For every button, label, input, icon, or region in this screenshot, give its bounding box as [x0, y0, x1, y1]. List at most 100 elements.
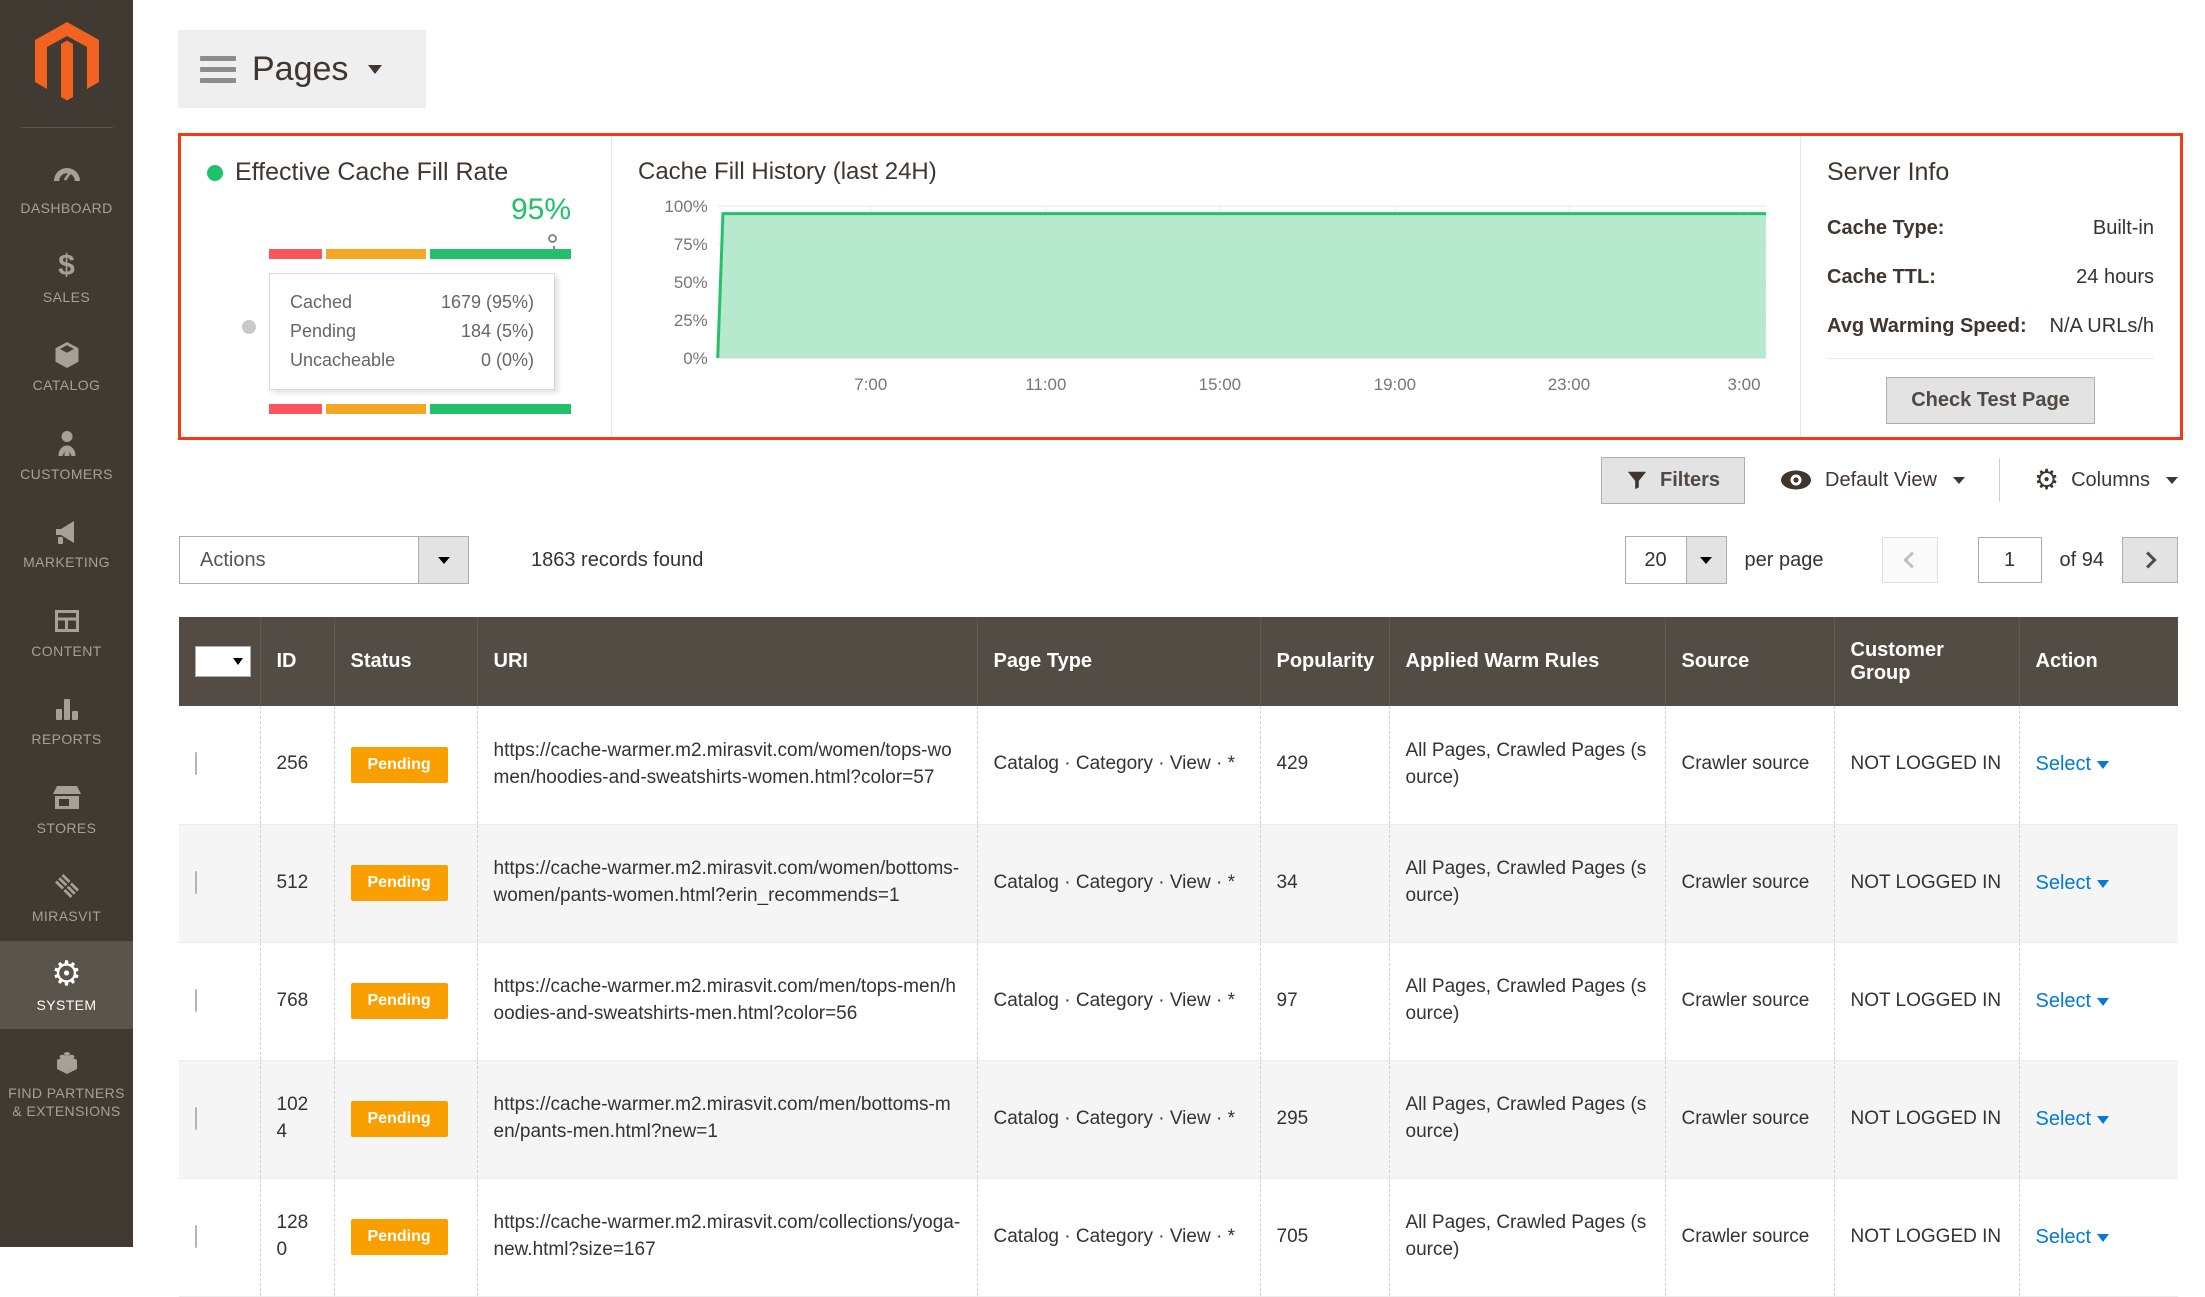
server-info-row: Avg Warming Speed:N/A URLs/h	[1827, 305, 2154, 354]
sidebar-item-content[interactable]: CONTENT	[0, 587, 133, 676]
cell-uri: https://cache-warmer.m2.mirasvit.com/men…	[477, 942, 977, 1060]
cell-id: 1280	[260, 1178, 334, 1296]
per-page-value: 20	[1626, 537, 1686, 583]
column-header-applied-warm-rules[interactable]: Applied Warm Rules	[1389, 617, 1665, 706]
cell-customer-group: NOT LOGGED IN	[1834, 942, 2019, 1060]
menu-icon[interactable]	[200, 56, 236, 83]
server-info-row: Cache Type:Built-in	[1827, 207, 2154, 256]
default-view-label: Default View	[1825, 469, 1937, 492]
actions-select[interactable]: Actions	[179, 536, 469, 584]
cell-uri: https://cache-warmer.m2.mirasvit.com/men…	[477, 1060, 977, 1178]
sidebar-item-label: FIND PARTNERS & EXTENSIONS	[4, 1085, 129, 1120]
default-view-dropdown[interactable]: Default View	[1779, 469, 1965, 492]
cell-popularity: 97	[1260, 942, 1389, 1060]
bar-segment	[326, 404, 426, 414]
cell-page-type: Catalog · Category · View · *	[977, 1060, 1260, 1178]
content-icon	[4, 602, 129, 638]
column-header-customer-group[interactable]: Customer Group	[1834, 617, 2019, 706]
grid-controls: Actions 1863 records found 20 per page o…	[179, 536, 2178, 584]
cache-history-chart: 100%75%50%25%0%7:0011:0015:0019:0023:003…	[638, 190, 1774, 418]
customers-icon	[4, 425, 129, 461]
extensions-icon	[4, 1044, 129, 1080]
status-badge: Pending	[351, 1101, 448, 1137]
bar-segment	[430, 249, 571, 259]
svg-text:0%: 0%	[683, 349, 707, 368]
fill-rate-bar	[269, 404, 571, 414]
fill-rate-bar	[269, 249, 571, 259]
cell-status: Pending	[334, 942, 477, 1060]
column-header-status[interactable]: Status	[334, 617, 477, 706]
cell-id: 512	[260, 824, 334, 942]
grid-header-row: IDStatusURIPage TypePopularityApplied Wa…	[179, 617, 2178, 706]
prev-page-button[interactable]	[1882, 537, 1938, 583]
cell-status: Pending	[334, 1060, 477, 1178]
sidebar-item-stores[interactable]: STORES	[0, 764, 133, 853]
sidebar-item-customers[interactable]: CUSTOMERS	[0, 410, 133, 499]
filters-button[interactable]: Filters	[1601, 457, 1745, 504]
filter-funnel-icon	[1626, 469, 1648, 491]
fill-rate-marker-icon	[548, 234, 557, 243]
select-all-checkbox[interactable]	[195, 646, 251, 677]
cell-popularity: 429	[1260, 706, 1389, 824]
filters-button-label: Filters	[1660, 469, 1720, 492]
svg-text:3:00: 3:00	[1728, 375, 1761, 394]
sidebar-item-sales[interactable]: $SALES	[0, 233, 133, 322]
fill-rate-section: Effective Cache Fill Rate 95% Cached1679…	[181, 136, 611, 437]
cell-page-type: Catalog · Category · View · *	[977, 1178, 1260, 1296]
column-header-action[interactable]: Action	[2019, 617, 2178, 706]
page-title-caret-icon[interactable]	[368, 65, 382, 74]
per-page-select[interactable]: 20	[1625, 536, 1727, 584]
sidebar-item-extensions[interactable]: FIND PARTNERS & EXTENSIONS	[0, 1029, 133, 1135]
row-select-action[interactable]: Select	[2036, 1108, 2110, 1130]
svg-text:19:00: 19:00	[1374, 375, 1416, 394]
sidebar-item-dashboard[interactable]: DASHBOARD	[0, 144, 133, 233]
row-select-action[interactable]: Select	[2036, 990, 2110, 1012]
table-row: 1024Pendinghttps://cache-warmer.m2.miras…	[179, 1060, 2178, 1178]
cell-warm-rules: All Pages, Crawled Pages (source)	[1389, 824, 1665, 942]
column-header-id[interactable]: ID	[260, 617, 334, 706]
cell-source: Crawler source	[1665, 824, 1834, 942]
table-row: 768Pendinghttps://cache-warmer.m2.mirasv…	[179, 942, 2178, 1060]
column-header-uri[interactable]: URI	[477, 617, 977, 706]
columns-dropdown[interactable]: ⚙ Columns	[2034, 466, 2178, 494]
tooltip-value: 0 (0%)	[481, 350, 534, 371]
row-checkbox[interactable]	[195, 752, 197, 775]
gear-icon: ⚙	[2034, 466, 2059, 494]
row-select-cell	[179, 1060, 260, 1178]
per-page-label: per page	[1745, 549, 1824, 572]
cell-popularity: 705	[1260, 1178, 1389, 1296]
cell-source: Crawler source	[1665, 1178, 1834, 1296]
row-select-action[interactable]: Select	[2036, 872, 2110, 894]
sidebar-item-reports[interactable]: REPORTS	[0, 675, 133, 764]
sidebar-item-marketing[interactable]: MARKETING	[0, 498, 133, 587]
default-view-caret-icon	[1953, 477, 1965, 484]
page-title: Pages	[252, 50, 348, 89]
eye-icon	[1779, 469, 1813, 491]
next-page-button[interactable]	[2122, 537, 2178, 583]
cache-summary-panel: Effective Cache Fill Rate 95% Cached1679…	[178, 133, 2183, 440]
tooltip-label: Cached	[290, 292, 352, 313]
column-header-popularity[interactable]: Popularity	[1260, 617, 1389, 706]
grid-toolbar: Filters Default View ⚙ Columns	[1601, 455, 2178, 505]
row-checkbox[interactable]	[195, 989, 197, 1012]
sidebar-item-system[interactable]: ⚙SYSTEM	[0, 941, 133, 1030]
select-all-caret-icon	[226, 647, 250, 676]
cell-popularity: 295	[1260, 1060, 1389, 1178]
system-icon: ⚙	[4, 956, 129, 992]
row-checkbox[interactable]	[195, 1107, 197, 1130]
column-header-source[interactable]: Source	[1665, 617, 1834, 706]
row-checkbox[interactable]	[195, 871, 197, 894]
column-header-page-type[interactable]: Page Type	[977, 617, 1260, 706]
sidebar-item-mirasvit[interactable]: MIRASVIT	[0, 852, 133, 941]
current-page-input[interactable]	[1978, 537, 2042, 583]
row-select-action[interactable]: Select	[2036, 1226, 2110, 1248]
fill-rate-title: Effective Cache Fill Rate	[235, 158, 508, 187]
magento-logo[interactable]	[0, 0, 133, 121]
cell-uri: https://cache-warmer.m2.mirasvit.com/col…	[477, 1178, 977, 1296]
sidebar-item-catalog[interactable]: CATALOG	[0, 321, 133, 410]
admin-sidebar: DASHBOARD$SALESCATALOGCUSTOMERSMARKETING…	[0, 0, 133, 1247]
row-checkbox[interactable]	[195, 1225, 197, 1248]
check-test-page-button[interactable]: Check Test Page	[1886, 377, 2095, 424]
fill-rate-value: 95%	[269, 193, 571, 227]
row-select-action[interactable]: Select	[2036, 753, 2110, 775]
